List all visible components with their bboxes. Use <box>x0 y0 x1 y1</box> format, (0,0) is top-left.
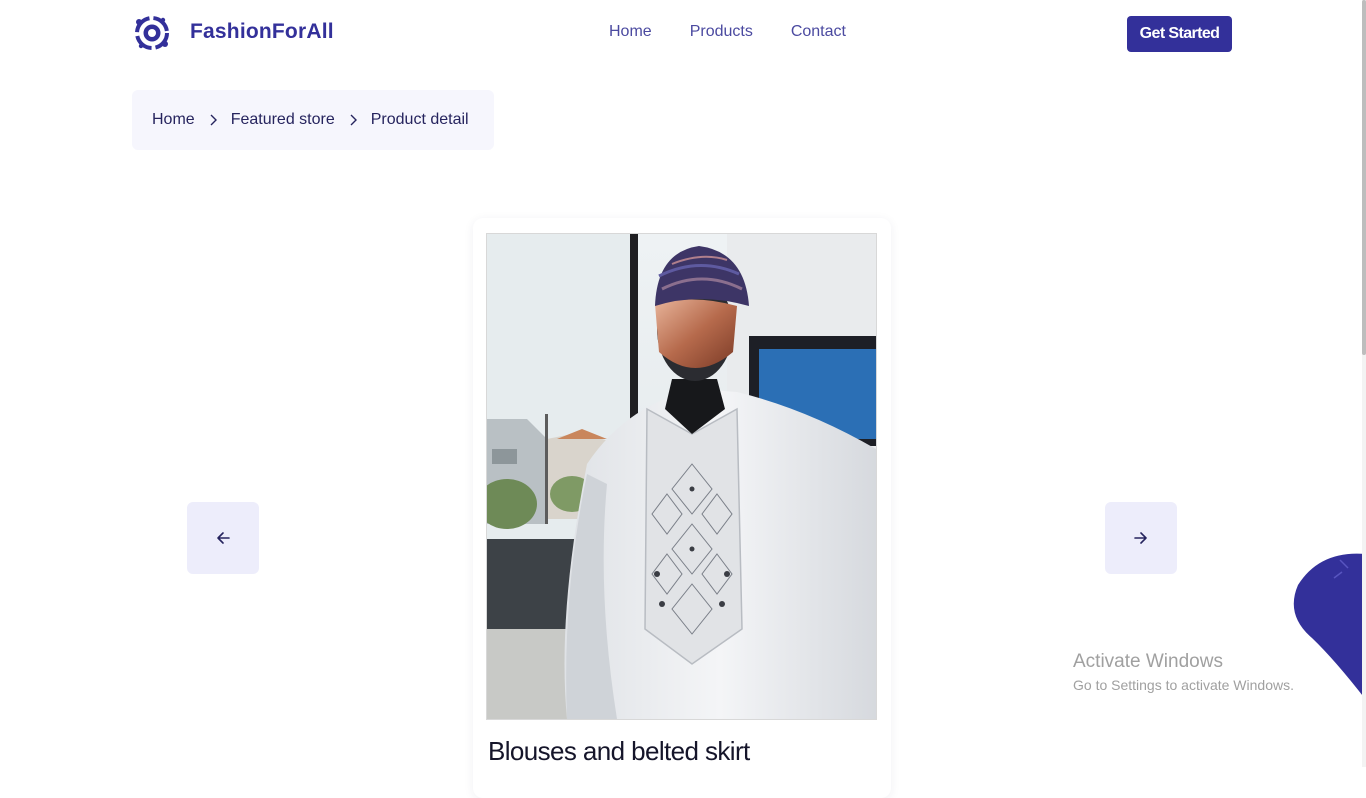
page-scrollbar[interactable] <box>1362 0 1366 767</box>
breadcrumb: Home Featured store Product detail <box>132 90 494 150</box>
main-nav: Home Products Contact <box>609 23 846 41</box>
product-image[interactable] <box>486 233 877 720</box>
windows-activation-subtitle: Go to Settings to activate Windows. <box>1073 677 1294 693</box>
breadcrumb-product-detail: Product detail <box>370 111 469 128</box>
nav-link-home[interactable]: Home <box>609 23 652 41</box>
breadcrumb-home[interactable]: Home <box>152 111 195 129</box>
nav-link-products[interactable]: Products <box>690 23 753 41</box>
scrollbar-thumb[interactable] <box>1362 0 1366 355</box>
breadcrumb-featured-store[interactable]: Featured store <box>231 111 335 129</box>
get-started-button[interactable]: Get Started <box>1127 16 1232 52</box>
nav-link-contact[interactable]: Contact <box>791 23 846 41</box>
arrow-right-icon <box>1134 532 1147 544</box>
next-button[interactable] <box>1105 502 1177 574</box>
chevron-right-icon <box>335 114 371 126</box>
site-logo[interactable] <box>132 13 172 53</box>
arrow-left-icon <box>217 532 230 544</box>
previous-button[interactable] <box>187 502 259 574</box>
orbit-logo-icon <box>135 16 169 50</box>
decorative-blob <box>1293 553 1366 700</box>
brand-name[interactable]: FashionForAll <box>190 20 334 44</box>
chevron-right-icon <box>195 114 231 126</box>
windows-activation-title: Activate Windows <box>1073 651 1223 672</box>
product-title: Blouses and belted skirt <box>488 736 750 766</box>
